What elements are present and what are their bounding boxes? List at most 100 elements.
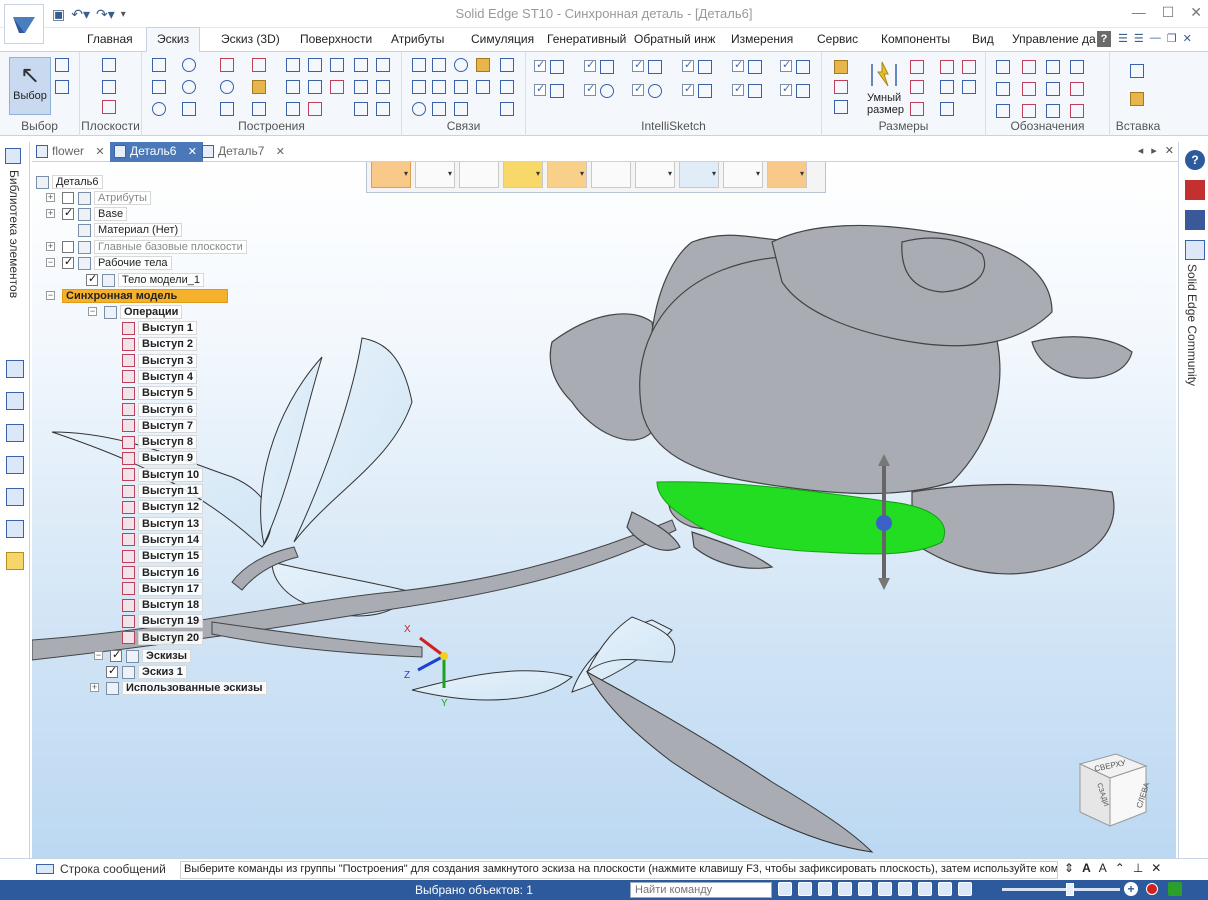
tree-node-feature[interactable]: Выступ 12	[122, 499, 204, 515]
coincident-plane-icon[interactable]	[102, 58, 116, 72]
point-icon[interactable]	[220, 102, 234, 116]
surface-texture-icon[interactable]	[1046, 82, 1060, 96]
view-orientation-button[interactable]: ▾	[371, 162, 411, 188]
maximize-button[interactable]: ☐	[1162, 4, 1175, 21]
sketch-view-icon[interactable]	[898, 882, 912, 896]
tree-node-body1[interactable]: Тело модели_1	[86, 272, 204, 288]
scroll-tabs-left-icon[interactable]: ◂	[1138, 144, 1144, 157]
text-profile-icon[interactable]	[996, 60, 1010, 74]
project-icon[interactable]	[286, 58, 300, 72]
tree-node-feature[interactable]: Выступ 14	[122, 532, 204, 548]
scroll-prompt-icon[interactable]: ⇕	[1064, 861, 1074, 875]
pathfinder-icon[interactable]	[6, 360, 24, 378]
minimize-button[interactable]: —	[1132, 4, 1146, 21]
intellisketch-center-checkbox[interactable]	[584, 82, 596, 96]
close-tab-icon[interactable]: ✕	[276, 146, 285, 158]
community-icon[interactable]	[1185, 240, 1205, 260]
tree-node-attributes[interactable]: + Атрибуты	[46, 190, 151, 206]
collapse-icon[interactable]: −	[88, 307, 97, 316]
include-icon[interactable]	[308, 58, 322, 72]
pan-icon[interactable]	[838, 882, 852, 896]
visibility-checkbox[interactable]	[62, 206, 74, 220]
italic-a-icon[interactable]	[996, 104, 1010, 118]
zoom-out-icon[interactable]	[958, 882, 972, 896]
intellisketch-midpoint-checkbox[interactable]	[584, 58, 596, 72]
goal-seek-icon[interactable]	[940, 102, 954, 116]
tree-node-feature[interactable]: Выступ 5	[122, 385, 198, 401]
plane-lock-button[interactable]	[591, 162, 631, 188]
doc-tab-detail7[interactable]: Деталь7 ✕	[198, 142, 291, 162]
rose-model[interactable]: Z X Y	[32, 162, 1176, 858]
view-styles-icon[interactable]	[878, 882, 892, 896]
scroll-tabs-right-icon[interactable]: ▸	[1151, 144, 1157, 157]
tab-components[interactable]: Компоненты	[881, 32, 950, 46]
tab-simulation[interactable]: Симуляция	[471, 32, 534, 46]
tab-tools[interactable]: Сервис	[817, 32, 858, 46]
doc-close-button[interactable]: ✕	[1183, 32, 1192, 45]
tab-generative[interactable]: Генеративный	[547, 32, 626, 46]
tree-node-sketches[interactable]: −Эскизы	[94, 648, 192, 664]
collapse-icon[interactable]: −	[46, 291, 55, 300]
add-remove-button[interactable]: ▾	[503, 162, 543, 188]
maintain-relations-icon[interactable]	[500, 102, 514, 116]
intellisketch-angle-checkbox[interactable]	[780, 82, 792, 96]
symmetric-diameter-icon[interactable]	[910, 80, 924, 94]
filter-icon[interactable]	[55, 58, 69, 72]
views-icon[interactable]	[918, 882, 932, 896]
delete-relations-icon[interactable]	[834, 80, 848, 94]
lock-icon[interactable]	[476, 58, 490, 72]
symmetric-offset-icon[interactable]	[308, 80, 322, 94]
tree-node-material[interactable]: Материал (Нет)	[78, 222, 183, 238]
curve-icon[interactable]	[182, 80, 196, 94]
rotate-view-icon[interactable]	[858, 882, 872, 896]
close-tab-icon[interactable]: ✕	[95, 146, 104, 158]
profile-button[interactable]: ▾	[679, 162, 719, 188]
view-cube[interactable]: СВЕРХУ СЛЕВА СЗАДИ	[1074, 750, 1152, 830]
help-circle-icon[interactable]: ?	[1185, 150, 1205, 170]
expand-icon[interactable]: +	[90, 683, 99, 692]
rigid-set-icon[interactable]	[432, 102, 446, 116]
variable-table-icon[interactable]	[962, 80, 976, 94]
tab-data-management[interactable]: Управление да	[1012, 32, 1096, 46]
equal-icon[interactable]	[476, 80, 490, 94]
tree-node-feature[interactable]: Выступ 16	[122, 565, 204, 581]
tree-node-feature[interactable]: Выступ 7	[122, 418, 198, 434]
zoom-slider[interactable]	[1002, 888, 1120, 891]
pattern-icon[interactable]	[376, 102, 390, 116]
visibility-checkbox[interactable]	[86, 272, 98, 286]
grid-icon[interactable]	[354, 80, 368, 94]
pin-icon[interactable]: ⊥	[1133, 861, 1143, 875]
tree-node-feature[interactable]: Выступ 10	[122, 467, 204, 483]
zoom-slider-thumb[interactable]	[1066, 883, 1074, 896]
sensors-icon[interactable]	[6, 424, 24, 442]
tab-sketch-3d[interactable]: Эскиз (3D)	[221, 32, 280, 46]
perpendicular-icon[interactable]	[412, 80, 426, 94]
move-icon[interactable]	[252, 80, 266, 94]
parallel-icon[interactable]	[432, 58, 446, 72]
tab-surfaces[interactable]: Поверхности	[300, 32, 372, 46]
fill-icon[interactable]	[308, 102, 322, 116]
tree-node-feature[interactable]: Выступ 18	[122, 597, 204, 613]
application-menu-button[interactable]	[4, 4, 44, 44]
concentric-icon[interactable]	[454, 58, 468, 72]
tab-view[interactable]: Вид	[972, 32, 994, 46]
3d-viewport[interactable]: Z X Y ▾ ▾ ▾ ▾ ▾ ▾ ▾ ▾ Деталь6 + Атрибуты …	[32, 162, 1176, 858]
intellisketch-perpendicular-checkbox[interactable]	[780, 58, 792, 72]
tree-node-base-planes[interactable]: + Главные базовые плоскости	[46, 239, 247, 255]
zoom-area-icon[interactable]	[798, 882, 812, 896]
tree-node-root[interactable]: Деталь6	[36, 174, 103, 190]
tree-node-feature[interactable]: Выступ 6	[122, 402, 198, 418]
upload-icon[interactable]	[1168, 882, 1182, 896]
cancel-command-button[interactable]: ▾	[767, 162, 807, 188]
connect-icon[interactable]	[412, 58, 426, 72]
extent-button[interactable]: ▾	[415, 162, 455, 188]
xy-coordinates-icon[interactable]	[354, 102, 368, 116]
construction-icon[interactable]	[354, 58, 368, 72]
intellisketch-vertical-checkbox[interactable]	[732, 82, 744, 96]
intellisketch-onelement-checkbox[interactable]	[534, 82, 546, 96]
relation-assistant-icon[interactable]	[454, 102, 468, 116]
rotate-icon[interactable]	[252, 102, 266, 116]
font-smaller-icon[interactable]: A	[1099, 861, 1107, 875]
display-mode-button[interactable]: ▾	[723, 162, 763, 188]
visibility-checkbox[interactable]	[62, 192, 74, 204]
